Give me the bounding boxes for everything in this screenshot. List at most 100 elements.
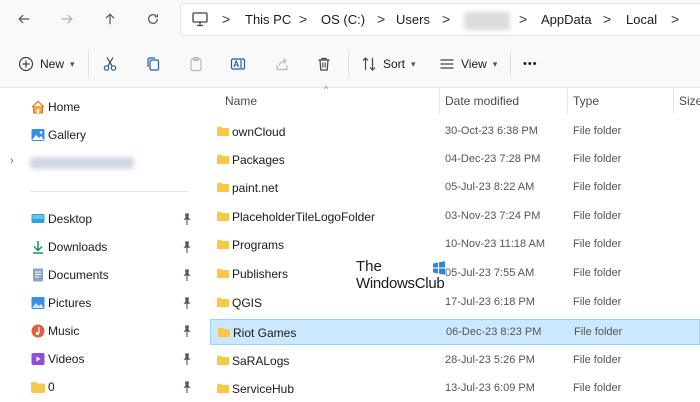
sidebar-item-videos[interactable]: Videos <box>0 346 198 372</box>
forward-button[interactable] <box>53 6 81 32</box>
arrow-up-icon <box>105 13 115 25</box>
more-options-button[interactable]: ••• <box>523 52 538 76</box>
column-header-type[interactable]: Type <box>573 94 599 108</box>
sidebar-item-folder-0[interactable]: 0 <box>0 374 198 400</box>
breadcrumb-separator: > <box>299 11 308 27</box>
file-name: paint.net <box>232 181 279 195</box>
pin-icon[interactable] <box>181 324 193 338</box>
pin-icon[interactable] <box>181 240 193 254</box>
file-date-modified: 05-Jul-23 7:55 AM <box>445 267 535 279</box>
toolbar-divider <box>88 50 89 78</box>
file-name: SaRALogs <box>232 354 290 368</box>
file-name: ownCloud <box>232 125 286 139</box>
file-name: PlaceholderTileLogoFolder <box>232 210 375 224</box>
pin-icon[interactable] <box>181 296 193 310</box>
breadcrumb-separator: > <box>671 11 680 27</box>
breadcrumb-username-redacted[interactable] <box>464 12 510 30</box>
file-type: File folder <box>573 238 622 250</box>
new-label: New <box>40 57 65 71</box>
breadcrumb[interactable]: > This PC > OS (C:) > Users > > AppData … <box>180 3 700 36</box>
paste-button[interactable] <box>188 52 204 76</box>
pin-icon[interactable] <box>181 212 193 226</box>
more-icon: ••• <box>523 58 538 70</box>
chevron-down-icon: ▾ <box>492 58 498 69</box>
sidebar-item-downloads[interactable]: Downloads <box>0 234 198 260</box>
breadcrumb-separator: > <box>377 11 386 27</box>
column-divider[interactable] <box>567 88 568 114</box>
file-name: Riot Games <box>233 326 297 340</box>
navigation-pane: Home Gallery › Desktop Downloads Documen… <box>0 88 198 400</box>
column-divider[interactable] <box>439 88 440 114</box>
computer-icon <box>192 12 208 27</box>
copy-button[interactable] <box>145 52 161 76</box>
file-type: File folder <box>573 354 622 366</box>
back-button[interactable] <box>10 6 38 32</box>
file-row[interactable]: SaRALogs 28-Jul-23 5:26 PM File folder <box>210 348 700 374</box>
sidebar-item-label: Videos <box>48 352 85 366</box>
column-header-date-modified[interactable]: Date modified <box>445 94 519 108</box>
file-row[interactable]: ownCloud 30-Oct-23 6:38 PM File folder <box>210 119 700 145</box>
sidebar-item-home[interactable]: Home <box>0 94 198 120</box>
home-icon <box>31 100 45 114</box>
breadcrumb-os-c[interactable]: OS (C:) <box>321 12 365 27</box>
file-type: File folder <box>573 125 622 137</box>
folder-icon <box>217 239 229 250</box>
sidebar-divider <box>30 191 188 192</box>
column-header-size[interactable]: Size <box>679 94 700 108</box>
watermark-line-1: The <box>356 258 382 275</box>
new-button[interactable]: New ▾ <box>18 52 75 76</box>
sidebar-item-gallery[interactable]: Gallery <box>0 122 198 148</box>
column-divider[interactable] <box>673 88 674 114</box>
file-row[interactable]: Programs 10-Nov-23 11:18 AM File folder <box>210 232 700 258</box>
up-button[interactable] <box>96 6 124 32</box>
sidebar-item-desktop[interactable]: Desktop <box>0 206 198 232</box>
file-row[interactable]: PlaceholderTileLogoFolder 03-Nov-23 7:24… <box>210 204 700 230</box>
breadcrumb-separator: > <box>603 11 612 27</box>
file-date-modified: 04-Dec-23 7:28 PM <box>445 153 541 165</box>
breadcrumb-this-pc[interactable]: This PC <box>245 12 291 27</box>
windows-logo-icon <box>433 261 445 275</box>
address-row: > This PC > OS (C:) > Users > > AppData … <box>0 0 700 40</box>
view-icon <box>440 59 454 69</box>
file-row[interactable]: paint.net 05-Jul-23 8:22 AM File folder <box>210 175 700 201</box>
delete-button[interactable] <box>316 52 332 76</box>
file-row[interactable]: ServiceHub 13-Jul-23 6:09 PM File folder <box>210 376 700 402</box>
pin-icon[interactable] <box>181 352 193 366</box>
folder-icon <box>217 297 229 308</box>
sidebar-item-pictures[interactable]: Pictures <box>0 290 198 316</box>
refresh-button[interactable] <box>139 6 167 32</box>
cut-button[interactable] <box>102 52 118 76</box>
breadcrumb-appdata[interactable]: AppData <box>541 12 592 27</box>
sidebar-item-documents[interactable]: Documents <box>0 262 198 288</box>
music-icon <box>31 324 45 338</box>
sidebar-item-onedrive-redacted[interactable]: › <box>0 150 198 176</box>
watermark-line-2: WindowsClub <box>356 275 445 292</box>
file-date-modified: 10-Nov-23 11:18 AM <box>445 238 546 250</box>
arrow-right-icon <box>61 14 73 24</box>
pin-icon[interactable] <box>181 268 193 282</box>
rename-button[interactable] <box>230 52 246 76</box>
cut-icon <box>103 57 117 71</box>
folder-icon <box>217 268 229 279</box>
file-date-modified: 13-Jul-23 6:09 PM <box>445 382 535 394</box>
sort-label: Sort <box>383 57 406 71</box>
sidebar-item-music[interactable]: Music <box>0 318 198 344</box>
file-name: Programs <box>232 238 285 252</box>
breadcrumb-local[interactable]: Local <box>626 12 657 27</box>
breadcrumb-users[interactable]: Users <box>396 12 430 27</box>
file-date-modified: 28-Jul-23 5:26 PM <box>445 354 535 366</box>
folder-icon <box>217 383 229 394</box>
file-row-selected[interactable]: Riot Games 06-Dec-23 8:23 PM File folder <box>210 319 700 345</box>
sort-button[interactable]: Sort ▾ <box>361 52 416 76</box>
pin-icon[interactable] <box>181 380 193 394</box>
file-name: Packages <box>232 153 285 167</box>
file-type: File folder <box>574 326 623 338</box>
folder-icon <box>217 355 229 366</box>
sidebar-item-label: Desktop <box>48 212 93 226</box>
column-header-name[interactable]: Name <box>225 94 257 108</box>
share-button[interactable] <box>274 52 290 76</box>
view-button[interactable]: View ▾ <box>439 52 497 76</box>
paste-icon <box>190 56 202 72</box>
file-date-modified: 17-Jul-23 6:18 PM <box>445 296 535 308</box>
file-row[interactable]: Packages 04-Dec-23 7:28 PM File folder <box>210 147 700 173</box>
